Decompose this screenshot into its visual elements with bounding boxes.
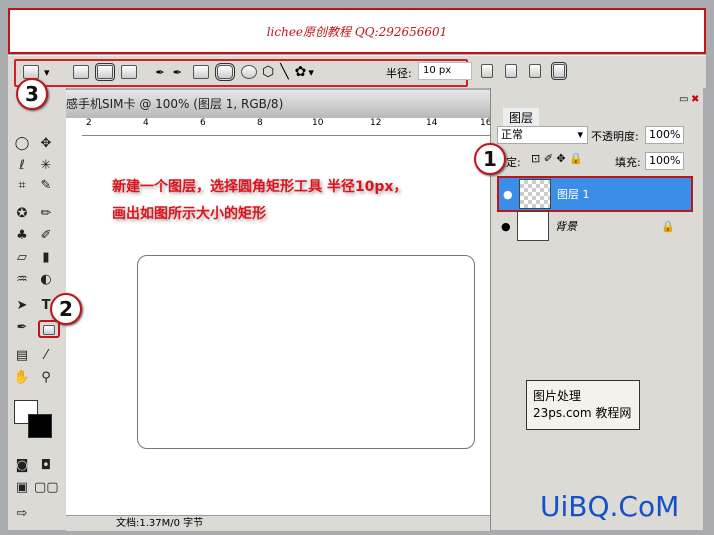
gradient-icon[interactable]: ▮ — [36, 250, 56, 268]
stamp-icon[interactable]: ♣ — [12, 228, 32, 246]
chevron-down-icon[interactable]: ▾ — [308, 66, 314, 79]
tab-layers[interactable]: 图层 — [503, 108, 540, 127]
eye-icon[interactable]: ● — [503, 188, 513, 201]
freeform-pen-icon[interactable]: ✒ — [173, 66, 182, 79]
instruction-text: 新建一个图层，选择圆角矩形工具 半径10px， 画出如图所示大小的矩形 — [112, 174, 407, 228]
quick-mask-icon[interactable]: ◘ — [36, 458, 56, 476]
eye-icon[interactable]: ● — [501, 220, 511, 233]
standard-mode-icon[interactable]: ◙ — [12, 458, 32, 476]
brush-icon[interactable]: ✏ — [36, 206, 56, 224]
tool-preset-picker[interactable] — [23, 65, 39, 79]
shape-options: ▾ ✒ ✒ ⬡ ╲ ✿ ▾ — [20, 63, 314, 81]
blur-icon[interactable]: ♒ — [12, 272, 32, 290]
site-logo: 图片处理 23ps.com 教程网 — [526, 380, 640, 430]
line-icon[interactable]: ╲ — [280, 64, 288, 80]
add-mode-button[interactable] — [481, 64, 493, 78]
move-icon[interactable]: ✥ — [36, 136, 56, 154]
ellipse-tool-button[interactable] — [240, 65, 257, 79]
minimize-icon[interactable]: ▭ — [679, 94, 688, 105]
subtract-mode-button[interactable] — [505, 64, 517, 78]
healing-icon[interactable]: ✪ — [12, 206, 32, 224]
history-brush-icon[interactable]: ✐ — [36, 228, 56, 246]
layers-panel: 图层 ▭ ✖ 正常 ▾ 不透明度: 100% 锁定: ⊡ ✐ ✥ 🔒 填充: 10… — [490, 88, 703, 530]
chevron-down-icon[interactable]: ▾ — [44, 66, 50, 79]
lock-icon: 🔒 — [661, 219, 675, 233]
ruler-tick: 10 — [312, 118, 324, 128]
shape-layers-button[interactable] — [72, 65, 89, 79]
instruction-line: 画出如图所示大小的矩形 — [112, 206, 266, 222]
document-window: 感手机SIM卡 @ 100% (图层 1, RGB/8) 2 4 6 8 10 … — [66, 90, 491, 531]
fill-label: 填充: — [615, 156, 641, 169]
fill-pixels-button[interactable] — [120, 65, 137, 79]
blend-mode-select[interactable]: 正常 ▾ — [497, 126, 588, 144]
magic-wand-icon[interactable]: ✳ — [36, 158, 56, 176]
ruler-tick: 12 — [370, 118, 382, 128]
polygon-icon[interactable]: ⬡ — [262, 64, 274, 80]
status-bar: 文档:1.37M/0 字节 — [66, 515, 490, 531]
logo-text: 图片处理 — [533, 389, 582, 403]
tutorial-banner: lichee原创教程 QQ:292656601 — [8, 8, 706, 54]
ruler-tick: 8 — [257, 118, 263, 128]
eraser-icon[interactable]: ▱ — [12, 250, 32, 268]
radius-input[interactable]: 10 px — [418, 62, 472, 80]
intersect-mode-button[interactable] — [529, 64, 541, 78]
annotation-marker: 2 — [50, 293, 82, 325]
imageready-icon[interactable]: ⇨ — [12, 506, 32, 524]
ruler-tick: 6 — [200, 118, 206, 128]
eyedropper-icon[interactable]: ⁄ — [36, 348, 56, 366]
document-size: 文档:1.37M/0 字节 — [116, 518, 204, 529]
layer-thumbnail — [517, 211, 549, 241]
rounded-rectangle-tool[interactable] — [38, 320, 60, 338]
lock-icons[interactable]: ⊡ ✐ ✥ 🔒 — [531, 152, 583, 165]
annotation-marker: 1 — [474, 143, 506, 175]
ruler-tick: 4 — [143, 118, 149, 128]
layer-row-selected[interactable]: ● 图层 1 — [497, 176, 693, 212]
options-bar: ▾ ✒ ✒ ⬡ ╲ ✿ ▾ 半径: 10 px — [8, 55, 706, 88]
layer-row[interactable]: ● 背景 🔒 — [497, 210, 689, 242]
slice-icon[interactable]: ✎ — [36, 178, 56, 196]
layer-name: 图层 1 — [557, 188, 590, 201]
rectangle-tool-button[interactable] — [192, 65, 209, 79]
watermark: UiBQ.CoM — [540, 490, 680, 523]
ruler-tick: 2 — [86, 118, 92, 128]
hand-icon[interactable]: ✋ — [12, 370, 32, 388]
marquee-icon[interactable]: ◯ — [12, 136, 32, 154]
document-title: 感手机SIM卡 @ 100% (图层 1, RGB/8) — [66, 90, 490, 118]
opacity-input[interactable]: 100% — [645, 126, 684, 144]
lasso-icon[interactable]: ℓ — [12, 158, 32, 176]
banner-text: lichee原创教程 QQ:292656601 — [266, 24, 448, 39]
opacity-label: 不透明度: — [591, 130, 639, 143]
radius-label: 半径: — [386, 67, 412, 80]
close-icon[interactable]: ✖ — [691, 94, 699, 105]
annotation-marker: 3 — [16, 78, 48, 110]
logo-text: 23ps.com 教程网 — [533, 406, 632, 420]
ruler-tick: 14 — [426, 118, 438, 128]
dodge-icon[interactable]: ◐ — [36, 272, 56, 290]
layer-name: 背景 — [555, 220, 577, 233]
custom-shape-icon[interactable]: ✿ — [295, 64, 307, 80]
rounded-rectangle-tool-button[interactable] — [214, 63, 235, 81]
instruction-line: 新建一个图层，选择圆角矩形工具 半径10px， — [112, 179, 408, 195]
screen-mode-icon[interactable]: ▣ — [12, 480, 32, 498]
crop-icon[interactable]: ⌗ — [12, 178, 32, 196]
background-color[interactable] — [28, 414, 52, 438]
exclude-mode-button[interactable] — [551, 62, 567, 80]
pen-tool-icon[interactable]: ✒ — [12, 320, 32, 338]
full-screen-icon[interactable]: ▢▢ — [34, 480, 59, 498]
fill-input[interactable]: 100% — [645, 152, 684, 170]
path-modes — [478, 62, 568, 80]
zoom-icon[interactable]: ⚲ — [36, 370, 56, 388]
rounded-rectangle-path — [137, 255, 475, 449]
paths-button[interactable] — [94, 63, 115, 81]
path-select-icon[interactable]: ➤ — [12, 298, 32, 316]
pen-icon[interactable]: ✒ — [156, 66, 165, 79]
layer-thumbnail — [519, 179, 551, 209]
horizontal-ruler: 2 4 6 8 10 12 14 16 — [82, 118, 491, 136]
notes-icon[interactable]: ▤ — [12, 348, 32, 366]
